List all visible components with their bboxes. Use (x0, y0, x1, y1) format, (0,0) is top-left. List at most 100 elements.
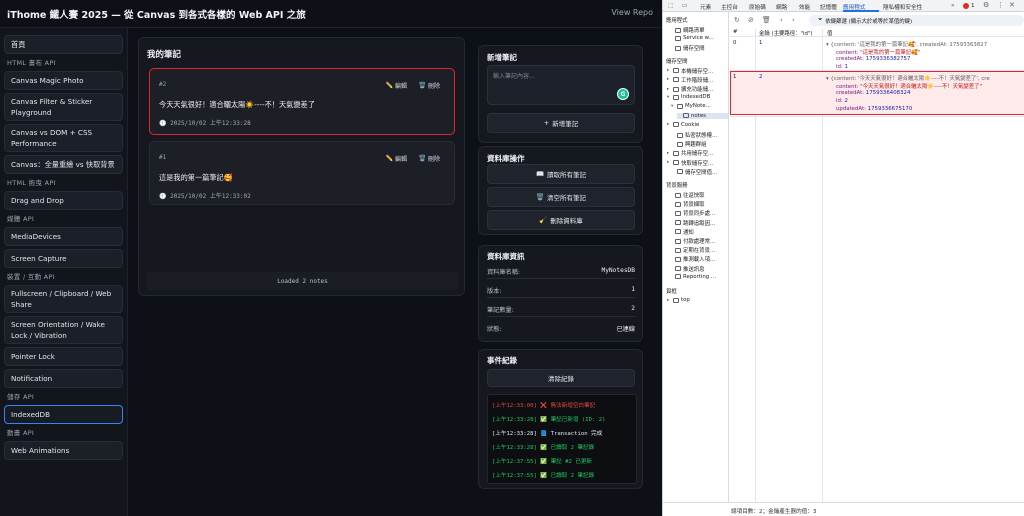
sidebar-item-home[interactable]: 首頁 (4, 35, 123, 54)
tree-item[interactable]: ▸ Cookie (667, 122, 728, 128)
devtools-tab[interactable]: 主控台 (721, 3, 738, 11)
sidebar-item-fullscreen-clipboard-web-share[interactable]: Fullscreen / Clipboard / Web Share (4, 285, 123, 313)
section-background-services: 背景服務 (666, 183, 688, 189)
events-panel: 事件紀錄 清除紀錄 [上午12:33:00] ❌ 無法新增空白筆記 [上午12:3… (478, 349, 643, 489)
tree-item[interactable]: 定期在背景... (669, 246, 728, 254)
device-icon[interactable]: ▭ (682, 2, 688, 9)
delete-button[interactable]: 🗑️ 刪除 (416, 79, 444, 91)
refresh-icon[interactable]: ↻ (734, 16, 740, 24)
tree-item[interactable]: ▸ 快取儲存空... (667, 159, 728, 167)
sidebar-item-mediadevices[interactable]: MediaDevices (4, 227, 123, 246)
tree-item[interactable]: ▸ 工作階段儲... (667, 76, 728, 84)
sidebar-item-canvas-filter-sticker-playground[interactable]: Canvas Filter & Sticker Playground (4, 93, 123, 121)
devtools-tab[interactable]: 網路 (776, 3, 787, 11)
tree-item[interactable]: 私密狀態權... (671, 131, 728, 139)
menu-icon[interactable]: ⋮ (997, 1, 1004, 9)
tree-item[interactable]: ▸ 擴充功能儲... (667, 85, 728, 93)
log-status-icon: ✅ (540, 445, 551, 451)
field-key: createdAt: (836, 56, 866, 62)
close-icon[interactable]: ✕ (1009, 1, 1015, 9)
record-summary[interactable]: ▾ {content: '這是我的第一篇筆記🥰', createdAt: 175… (826, 40, 1023, 48)
tree-item-label: Service w... (683, 35, 714, 42)
log-entry: [上午12:33:28] ✅ 已讀取 2 筆記錄 (492, 443, 594, 451)
tree-item[interactable]: ▾ MyNote... (671, 103, 728, 109)
tree-item-label: 通知 (683, 229, 694, 236)
tree-item[interactable]: Service w... (669, 35, 728, 41)
tree-item[interactable]: 儲存空間 (669, 44, 728, 52)
view-repo-link[interactable]: View Repo (611, 8, 653, 17)
log-status-icon: ✅ (540, 459, 551, 465)
tree-item-label: MyNote... (685, 103, 711, 110)
read-all-button[interactable]: 📖 讀取所有筆記 (487, 164, 635, 184)
trash-icon: 🗑️ (418, 154, 426, 162)
tree-item[interactable]: ▸ 本機儲存空... (667, 67, 728, 75)
delete-db-button[interactable]: 🧹 刪除資料庫 (487, 210, 635, 230)
delete-button[interactable]: 🗑️ 刪除 (416, 152, 444, 164)
devtools-tabbar: ⬚ ▭ » 1 ⚙ ⋮ ✕ 元素 主控台 原始碼 網路 效能 記憶體 應用程式 隱私權和安全性 (663, 0, 1024, 12)
clear-log-button[interactable]: 清除紀錄 (487, 369, 635, 387)
tree-item[interactable]: 付款處理常... (669, 237, 728, 245)
devtools-tab[interactable]: 應用程式 (843, 3, 865, 11)
error-icon[interactable] (963, 3, 969, 9)
clear-all-button[interactable]: 🗑️ 清空所有筆記 (487, 187, 635, 207)
tree-item[interactable]: 跳轉追蹤因... (669, 219, 728, 227)
edit-button[interactable]: ✏️ 編輯 (383, 79, 411, 91)
record-key[interactable]: 1 (759, 40, 762, 46)
tree-item[interactable]: 興趣群組 (671, 140, 728, 148)
sidebar-item-screen-capture[interactable]: Screen Capture (4, 249, 123, 268)
clear-icon[interactable]: ⊘ (748, 16, 754, 24)
tree-item[interactable]: 推送訊息 (669, 265, 728, 273)
sidebar-item-pointer-lock[interactable]: Pointer Lock (4, 347, 123, 366)
table-icon (677, 132, 683, 138)
tree-item[interactable]: 儲存空間值... (671, 168, 728, 176)
sidebar-item-notification[interactable]: Notification (4, 369, 123, 388)
devtools-tab[interactable]: 效能 (799, 3, 810, 11)
devtools-tab[interactable]: 原始碼 (749, 3, 766, 11)
record-summary[interactable]: ▾ {content: '今天天氣很好！適合曬太陽☀️----不！天氣變差了',… (826, 74, 1023, 82)
record-index[interactable]: 1 (733, 74, 736, 80)
key-filter-input[interactable]: ⏷ 依鍵篩選 (顯示大於或等於某值的鍵) (809, 15, 1024, 26)
devtools-tab[interactable]: 元素 (700, 3, 711, 11)
record-index[interactable]: 0 (733, 40, 736, 46)
sidebar-item-indexeddb[interactable]: IndexedDB (4, 405, 123, 424)
tree-item[interactable]: 背景同步處... (669, 209, 728, 217)
tree-item[interactable]: notes (677, 112, 728, 119)
field-key: createdAt: (836, 90, 866, 96)
tree-item[interactable]: ▸ top (667, 297, 728, 303)
tree-item[interactable]: Reporting ... (669, 274, 728, 280)
devtools-footer: 總項目數：2；金鑰產生器的值：3 (663, 502, 1024, 516)
tree-item[interactable]: 通知 (669, 228, 728, 236)
db-info-panel: 資料庫資訊 資料庫名稱: MyNotesDB 版本: 1 筆記數量: 2 狀態: 已連線 (478, 245, 643, 342)
col-index-header[interactable]: # (733, 29, 738, 35)
service-icon (675, 201, 681, 207)
sidebar-item-canvas-vs-dom-css-performance[interactable]: Canvas vs DOM + CSS Performance (4, 124, 123, 152)
note-textarea[interactable]: 輸入筆記內容... G (487, 65, 635, 105)
log-entry: [上午12:33:00] ❌ 無法新增空白筆記 (492, 401, 595, 409)
tree-item[interactable]: 往返快取 (669, 191, 728, 199)
settings-icon[interactable]: ⚙ (983, 1, 989, 9)
tree-item[interactable]: 背景擷取 (669, 200, 728, 208)
sidebar-item-canvas-vs[interactable]: Canvas：全量重繪 vs 快取背景 (4, 155, 123, 174)
sidebar-item-drag-and-drop[interactable]: Drag and Drop (4, 191, 123, 210)
record-key[interactable]: 2 (759, 74, 762, 80)
delete-icon[interactable]: 🗑 (762, 16, 771, 24)
tree-item[interactable]: 推測載入項... (669, 255, 728, 263)
note-textarea-placeholder: 輸入筆記內容... (493, 73, 535, 80)
info-row-status: 狀態: 已連線 (487, 326, 635, 333)
tree-item-label: 定期在背景... (683, 248, 716, 255)
grammarly-icon[interactable]: G (617, 88, 629, 100)
add-note-button[interactable]: + 新增筆記 (487, 113, 635, 133)
tree-item[interactable]: 網路清單 (669, 26, 728, 34)
more-tabs-icon[interactable]: » (951, 2, 955, 9)
prev-icon[interactable]: ‹ (780, 16, 783, 24)
devtools-tab[interactable]: 記憶體 (820, 3, 837, 11)
devtools-tab[interactable]: 隱私權和安全性 (883, 3, 922, 11)
tree-item[interactable]: ▸ 共用儲存空... (667, 149, 728, 157)
inspect-icon[interactable]: ⬚ (668, 2, 674, 9)
sidebar-item-canvas-magic-photo[interactable]: Canvas Magic Photo (4, 71, 123, 90)
next-icon[interactable]: › (792, 16, 795, 24)
sidebar-item-web-animations[interactable]: Web Animations (4, 441, 123, 460)
sidebar-item-screen-orientation-wake-lock-vibration[interactable]: Screen Orientation / Wake Lock / Vibrati… (4, 316, 123, 344)
tree-item[interactable]: ▾ IndexedDB (667, 94, 728, 100)
edit-button[interactable]: ✏️ 編輯 (383, 152, 411, 164)
